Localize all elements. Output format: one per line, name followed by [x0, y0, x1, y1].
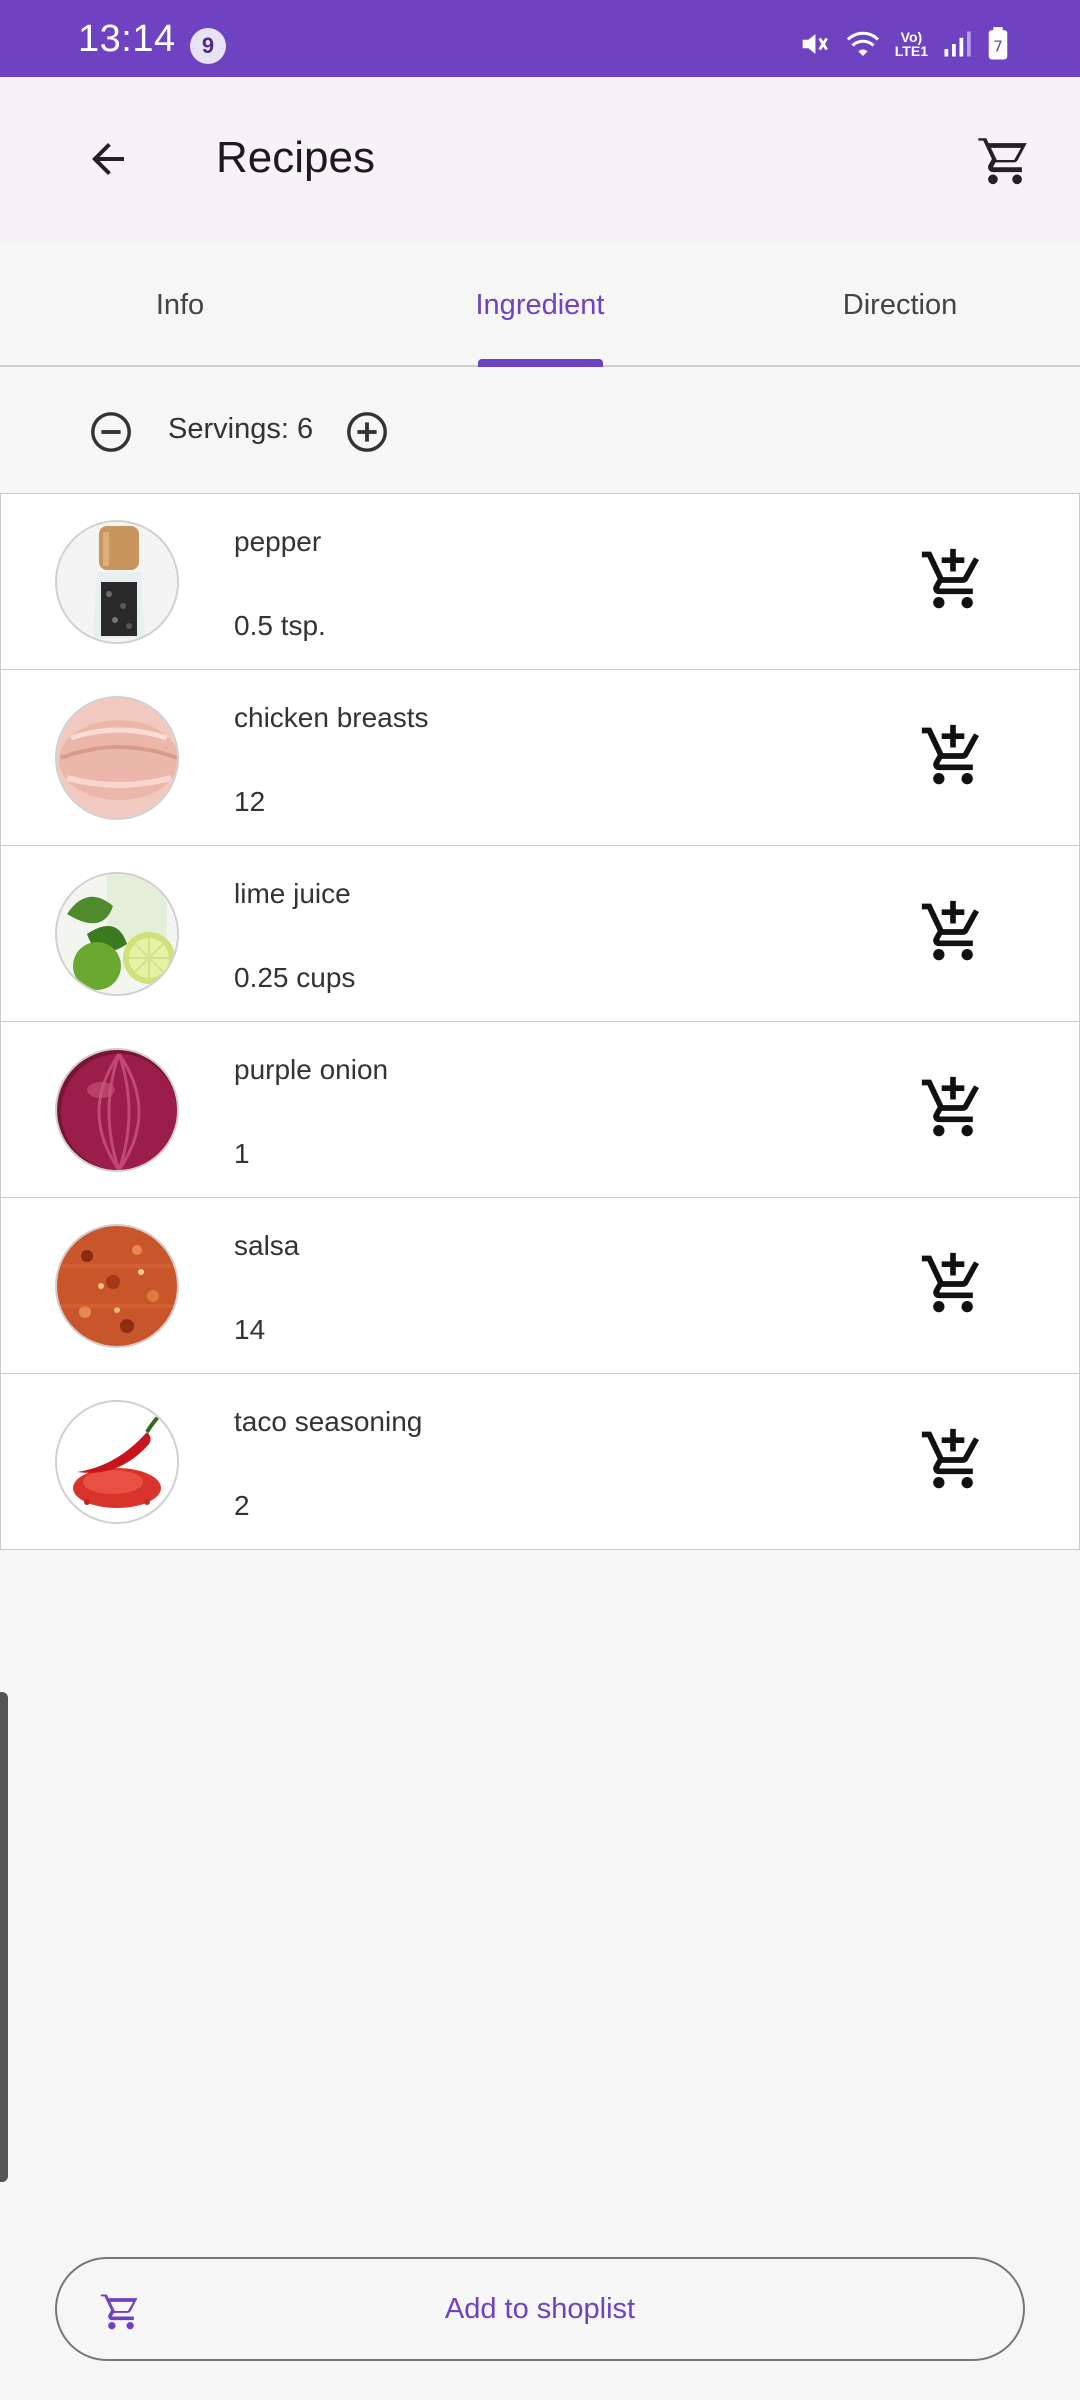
list-item: pepper 0.5 tsp.	[0, 493, 1080, 670]
notification-badge: 9	[190, 28, 226, 64]
ingredient-name: chicken breasts	[234, 702, 429, 733]
ingredient-quantity: 1	[234, 1138, 250, 1169]
list-item: taco seasoning 2	[0, 1373, 1080, 1550]
status-time: 13:14	[78, 18, 176, 60]
ingredient-name: taco seasoning	[234, 1406, 423, 1437]
list-item: chicken breasts 12	[0, 669, 1080, 846]
ingredient-quantity: 0.25 cups	[234, 962, 356, 993]
chili-powder-image	[55, 1400, 179, 1524]
tab-bar: Info Ingredient Direction	[0, 245, 1080, 367]
add-to-cart-icon[interactable]	[919, 898, 987, 966]
minus-circle-icon[interactable]	[88, 409, 134, 455]
list-item: salsa 14	[0, 1197, 1080, 1374]
ingredient-list: pepper 0.5 tsp. chicken breasts 12 lime …	[0, 493, 1080, 1550]
red-onion-image	[55, 1048, 179, 1172]
add-to-shoplist-label: Add to shoplist	[444, 2292, 636, 2325]
active-tab-indicator	[478, 359, 603, 367]
tab-direction[interactable]: Direction	[720, 245, 1080, 365]
page-title: Recipes	[216, 133, 375, 182]
raw-chicken-image	[55, 696, 179, 820]
arrow-left-icon	[92, 143, 124, 175]
wifi-icon	[845, 29, 881, 59]
signal-icon	[942, 29, 972, 59]
add-to-cart-icon[interactable]	[919, 722, 987, 790]
status-bar: 13:14 9 Vo) LTE1 7	[0, 0, 1080, 77]
add-to-cart-icon[interactable]	[919, 1426, 987, 1494]
volte-indicator: Vo) LTE1	[894, 29, 928, 59]
ingredient-quantity: 2	[234, 1490, 250, 1521]
add-to-cart-icon[interactable]	[919, 1250, 987, 1318]
servings-control: Servings: 6	[0, 367, 1080, 493]
ingredient-name: pepper	[234, 526, 322, 557]
battery-icon: 7	[986, 27, 1010, 61]
tab-ingredient[interactable]: Ingredient	[360, 245, 720, 365]
plus-circle-icon[interactable]	[344, 409, 390, 455]
ingredient-name: purple onion	[234, 1054, 389, 1085]
pepper-grinder-image	[55, 520, 179, 644]
add-to-cart-icon[interactable]	[919, 1074, 987, 1142]
ingredient-quantity: 12	[234, 786, 266, 817]
servings-label: Servings: 6	[168, 413, 314, 445]
salsa-image	[55, 1224, 179, 1348]
ingredient-quantity: 0.5 tsp.	[234, 610, 326, 641]
ingredient-name: salsa	[234, 1230, 300, 1261]
edge-panel-handle[interactable]	[0, 1692, 8, 2182]
cart-icon	[978, 135, 1027, 185]
status-icons: Vo) LTE1 7	[797, 24, 1010, 64]
ingredient-quantity: 14	[234, 1314, 266, 1345]
tab-info[interactable]: Info	[0, 245, 360, 365]
cart-button[interactable]	[970, 125, 1040, 195]
add-to-shoplist-button[interactable]: Add to shoplist	[55, 2257, 1025, 2361]
mute-icon	[797, 27, 831, 61]
back-button[interactable]	[78, 129, 138, 189]
list-item: purple onion 1	[0, 1021, 1080, 1198]
svg-text:7: 7	[993, 38, 1003, 56]
ingredient-name: lime juice	[234, 878, 351, 909]
add-to-cart-icon[interactable]	[919, 546, 987, 614]
app-bar: Recipes	[0, 77, 1080, 245]
limes-image	[55, 872, 179, 996]
list-item: lime juice 0.25 cups	[0, 845, 1080, 1022]
